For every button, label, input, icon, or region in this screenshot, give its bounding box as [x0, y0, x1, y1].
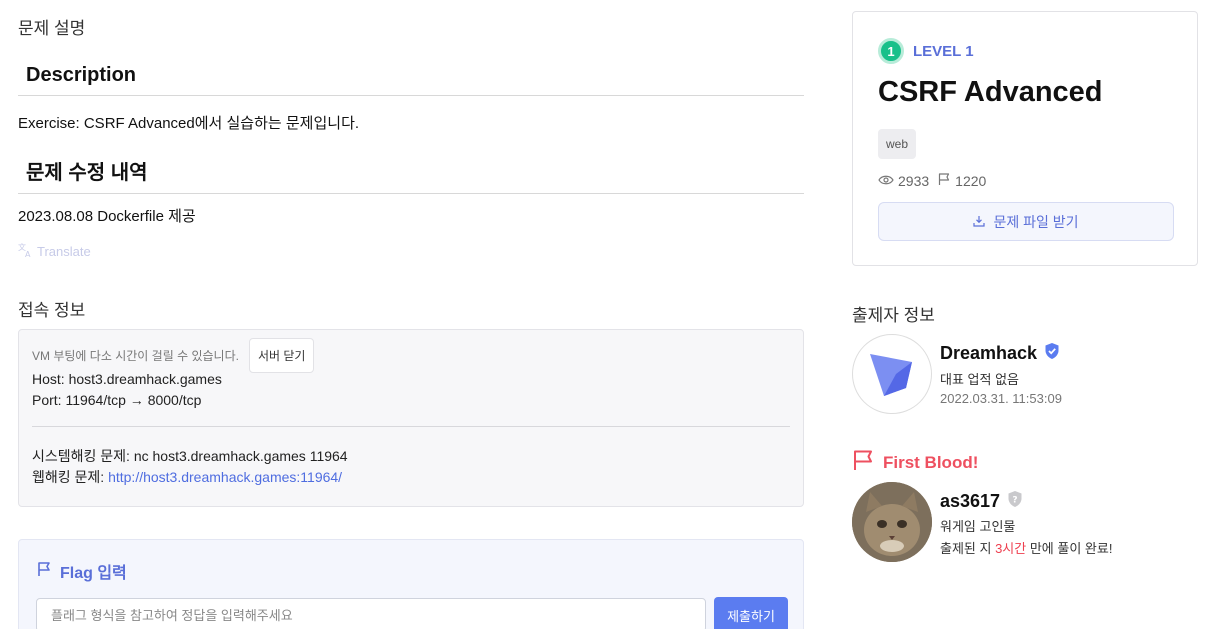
flag-title-label: Flag 입력	[60, 565, 127, 582]
changelog-heading: 문제 수정 내역	[18, 156, 804, 194]
first-blood-title: First Blood!	[852, 449, 978, 476]
description-heading: Description	[18, 64, 804, 96]
translate-button[interactable]: 文A Translate	[18, 242, 91, 261]
problem-section-title: 문제 설명	[18, 19, 86, 38]
solves-stat: 1220	[937, 172, 986, 189]
tag-web[interactable]: web	[878, 129, 917, 159]
flag-submit-box: Flag 입력 제출하기	[18, 539, 804, 629]
challenge-title: CSRF Advanced	[878, 76, 1103, 108]
host-line: Host: host3.dreamhack.games	[32, 371, 222, 387]
author-avatar[interactable]	[852, 334, 932, 414]
svg-text:A: A	[25, 250, 31, 258]
description-text: Exercise: CSRF Advanced에서 실습하는 문제입니다.	[18, 115, 360, 132]
flag-icon	[36, 561, 52, 582]
author-section-title: 출제자 정보	[852, 306, 935, 325]
level-badge: 1	[878, 38, 904, 64]
fb-msg-prefix: 출제된 지	[940, 541, 996, 556]
shield-badge-icon: ?	[1006, 490, 1024, 513]
web-hacking-link[interactable]: http://host3.dreamhack.games:11964/	[108, 469, 342, 485]
views-stat: 2933	[878, 173, 929, 189]
port-line: Port: 11964/tcp → 8000/tcp	[32, 392, 202, 408]
eye-icon	[878, 173, 894, 189]
download-icon	[973, 214, 986, 230]
svg-text:?: ?	[1012, 496, 1017, 506]
changelog-text: 2023.08.08 Dockerfile 제공	[18, 208, 196, 225]
first-blood-name-text: as3617	[940, 491, 1001, 511]
level-row: 1 LEVEL 1	[878, 38, 974, 64]
first-blood-flag-icon	[852, 449, 874, 476]
level-label: LEVEL 1	[913, 42, 974, 60]
dreamhack-logo-icon	[870, 354, 912, 396]
views-count: 2933	[898, 172, 930, 189]
first-blood-message: 출제된 지 3시간 만에 풀이 완료!	[940, 538, 1112, 557]
first-blood-name[interactable]: as3617 ?	[940, 490, 1024, 513]
first-blood-label: First Blood!	[883, 452, 979, 472]
flag-small-icon	[937, 172, 951, 189]
flag-input[interactable]	[36, 598, 706, 629]
submit-button[interactable]: 제출하기	[714, 597, 788, 629]
author-date: 2022.03.31. 11:53:09	[940, 391, 1062, 406]
flag-title: Flag 입력	[36, 559, 127, 583]
web-hacking-prefix: 웹해킹 문제:	[32, 469, 109, 485]
divider	[32, 426, 790, 427]
access-section-title: 접속 정보	[18, 301, 86, 320]
web-hacking-line: 웹해킹 문제: http://host3.dreamhack.games:119…	[32, 467, 342, 487]
verified-badge-icon	[1043, 342, 1061, 365]
challenge-card: 1 LEVEL 1 CSRF Advanced web 2933 1220 문제…	[852, 11, 1198, 266]
close-server-button[interactable]: 서버 닫기	[248, 338, 315, 373]
vm-note: VM 부팅에 다소 시간이 걸릴 수 있습니다.	[32, 349, 239, 363]
fb-msg-time: 3시간	[995, 541, 1027, 556]
solves-count: 1220	[955, 172, 987, 189]
download-files-button[interactable]: 문제 파일 받기	[878, 202, 1174, 241]
translate-icon: 文A	[18, 242, 34, 261]
cat-photo-icon	[852, 482, 932, 562]
translate-label: Translate	[37, 244, 91, 259]
author-subtitle: 대표 업적 없음	[940, 372, 1019, 387]
vm-row: VM 부팅에 다소 시간이 걸릴 수 있습니다. 서버 닫기	[32, 338, 315, 373]
fb-msg-suffix: 만에 풀이 완료!	[1026, 541, 1113, 556]
access-info-box: VM 부팅에 다소 시간이 걸릴 수 있습니다. 서버 닫기 Host: hos…	[18, 329, 804, 507]
author-name-text: Dreamhack	[940, 343, 1038, 363]
author-name[interactable]: Dreamhack	[940, 342, 1061, 365]
download-label: 문제 파일 받기	[993, 213, 1079, 230]
first-blood-avatar[interactable]	[852, 482, 932, 562]
first-blood-subtitle: 워게임 고인물	[940, 519, 1016, 534]
stats-row: 2933 1220	[878, 172, 986, 189]
system-hacking-line: 시스템해킹 문제: nc host3.dreamhack.games 11964	[32, 448, 348, 464]
